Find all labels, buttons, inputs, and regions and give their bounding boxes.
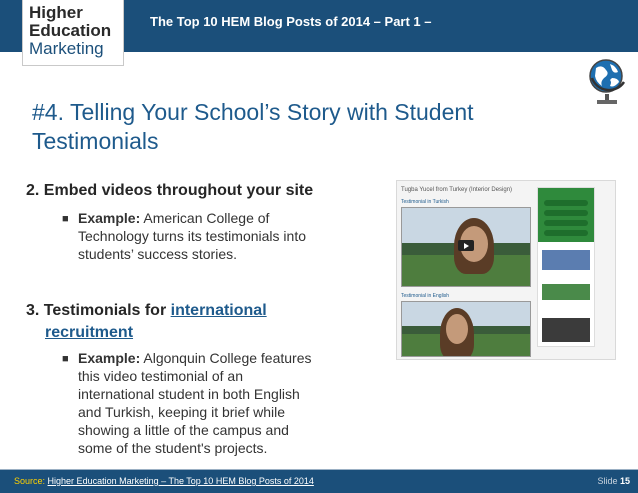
logo-text-higher: Higher xyxy=(29,3,83,22)
slide-title-line2: Testimonials xyxy=(32,128,159,154)
screenshot-label-turkish: Testimonial in Turkish xyxy=(401,199,449,205)
footer-source: Source: Higher Education Marketing – The… xyxy=(14,476,314,486)
bullet-lead: Example: xyxy=(78,210,141,226)
bullet-line: and Turkish, keeping it brief while xyxy=(78,404,285,420)
recruitment-link[interactable]: recruitment xyxy=(26,322,267,344)
slide-title-line1: #4. Telling Your School’s Story with Stu… xyxy=(32,99,474,125)
source-link[interactable]: Higher Education Marketing – The Top 10 … xyxy=(48,476,314,486)
screenshot-heading: Tugba Yucel from Turkey (Interior Design… xyxy=(401,187,513,193)
section-embed-videos-heading: 2. Embed videos throughout your site xyxy=(26,182,314,199)
square-bullet-icon: ■ xyxy=(62,213,69,225)
bullet-example-act: ■ Example: American College of Technolog… xyxy=(62,209,368,263)
sidebar-button xyxy=(544,210,588,216)
sidebar-button xyxy=(544,200,588,206)
sidebar-facebook-thumb xyxy=(542,250,590,270)
video-thumbnail-english[interactable] xyxy=(401,301,531,357)
screenshot-sidebar xyxy=(537,187,595,347)
student-face xyxy=(446,314,468,344)
slide-number-value: 15 xyxy=(619,476,630,486)
bullet-line: international student in both English xyxy=(78,386,300,402)
source-label: Source: xyxy=(14,476,46,486)
bullet-line: this video testimonial of an xyxy=(78,368,243,384)
bullet-line: Technology turns its testimonials into xyxy=(78,228,306,244)
sidebar-events-thumb xyxy=(542,284,590,300)
slide-label: Slide xyxy=(597,476,618,486)
screenshot-label-english: Testimonial in English xyxy=(401,293,450,299)
bullet-line: showing a little of the campus and xyxy=(78,422,289,438)
section-international-heading: 3. Testimonials for international recrui… xyxy=(26,300,267,344)
bullet-line: students’ success stories. xyxy=(78,246,237,262)
international-link[interactable]: international xyxy=(171,302,267,319)
logo-text-education: Education xyxy=(29,21,112,40)
square-bullet-icon: ■ xyxy=(62,353,69,365)
play-icon[interactable] xyxy=(458,240,474,251)
video-thumbnail-turkish[interactable] xyxy=(401,207,531,287)
footer-bar: Source: Higher Education Marketing – The… xyxy=(0,469,638,493)
slide-title: #4. Telling Your School’s Story with Stu… xyxy=(32,98,552,156)
algonquin-page-screenshot: Tugba Yucel from Turkey (Interior Design… xyxy=(396,180,616,360)
sidebar-button xyxy=(544,220,588,226)
logo-text-marketing: Marketing xyxy=(29,39,104,58)
header-title: The Top 10 HEM Blog Posts of 2014 – Part… xyxy=(150,14,432,29)
bullet-lead: Example: xyxy=(78,350,141,366)
bullet-line: Algonquin College features xyxy=(143,350,312,366)
bullet-line: American College of xyxy=(143,210,270,226)
hem-logo[interactable]: Higher Education Marketing xyxy=(22,0,124,66)
globe-on-stand-icon xyxy=(589,59,626,104)
bullet-example-algonquin: ■ Example: Algonquin College features th… xyxy=(62,349,368,457)
slide-number: Slide 15 xyxy=(597,476,630,486)
sidebar-video-thumb xyxy=(542,318,590,342)
sidebar-button xyxy=(544,230,588,236)
bullet-line: some of the student's projects. xyxy=(78,440,268,456)
section-heading-prefix: 3. Testimonials for xyxy=(26,302,171,319)
